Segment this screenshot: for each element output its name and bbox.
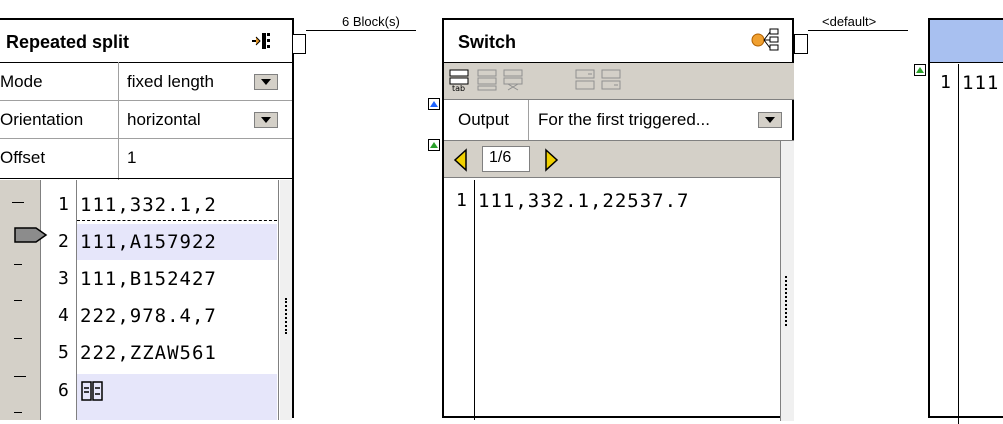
mode-value[interactable]: fixed length	[127, 72, 214, 92]
resize-grip[interactable]	[285, 298, 289, 334]
mode-dropdown-button[interactable]	[254, 74, 278, 90]
switch-preview-line: 111,332.1,22537.7	[478, 190, 690, 212]
svg-text:tab: tab	[452, 84, 465, 92]
switch-title: Switch	[458, 32, 517, 52]
line-number: 4	[58, 305, 69, 326]
line-number: 1	[58, 194, 69, 215]
right-preview-line: 111	[962, 72, 1000, 94]
switch-icon	[751, 28, 779, 51]
block-count-label: 6 Block(s)	[342, 14, 400, 29]
orientation-dropdown-button[interactable]	[254, 112, 278, 128]
default-branch-label: <default>	[822, 14, 877, 29]
split-line: 222,978.4,7	[80, 305, 217, 327]
previous-page-icon[interactable]	[452, 148, 470, 172]
line-break-icon	[81, 381, 103, 401]
next-page-icon[interactable]	[542, 148, 560, 172]
split-line: 111,B152427	[80, 268, 217, 290]
move-up-icon[interactable]	[574, 68, 598, 92]
line-number: 3	[58, 268, 69, 289]
move-down-icon[interactable]	[600, 68, 624, 92]
offset-label: Offset	[0, 148, 46, 167]
page-indicator: 1/6	[482, 146, 530, 172]
line-number: 5	[58, 342, 69, 363]
right-panel: 1 111	[928, 18, 1003, 424]
repeated-split-output-port[interactable]	[292, 34, 306, 54]
mode-label: Mode	[0, 72, 43, 91]
right-input-port-marker-icon	[914, 64, 926, 76]
split-line: 111,A157922	[80, 231, 217, 253]
split-line: 111,332.1,2	[80, 194, 217, 216]
output-dropdown-button[interactable]	[758, 112, 782, 128]
pager-port-marker-icon	[428, 139, 440, 151]
repeated-split-panel: Repeated split Mode fixed length Orienta…	[0, 18, 306, 420]
output-label: Output	[458, 110, 510, 129]
switch-output-port[interactable]	[794, 34, 808, 54]
split-icon	[252, 33, 270, 49]
split-line: 222,ZZAW561	[80, 342, 217, 364]
line-number: 1	[456, 190, 467, 211]
line-number: 2	[58, 231, 69, 252]
add-condition-icon[interactable]: tab	[448, 68, 472, 92]
repeated-split-title: Repeated split	[6, 32, 130, 52]
current-block-marker-icon	[14, 227, 48, 243]
switch-resize-grip[interactable]	[785, 276, 789, 326]
switch-panel: Switch tab Output For the first triggere…	[442, 18, 808, 421]
line-number: 6	[58, 380, 69, 401]
output-value[interactable]: For the first triggered...	[538, 110, 710, 130]
orientation-value[interactable]: horizontal	[127, 110, 201, 130]
right-panel-header	[930, 20, 1003, 62]
line-number: 1	[940, 72, 951, 93]
output-port-marker-icon	[428, 98, 440, 110]
orientation-label: Orientation	[0, 110, 84, 129]
offset-value[interactable]: 1	[127, 148, 136, 168]
split-preview-area: 1 111,332.1,2 2 111,A157922 3 111,B15242…	[0, 180, 292, 420]
insert-condition-icon[interactable]	[476, 68, 500, 92]
delete-condition-icon[interactable]	[502, 68, 526, 92]
